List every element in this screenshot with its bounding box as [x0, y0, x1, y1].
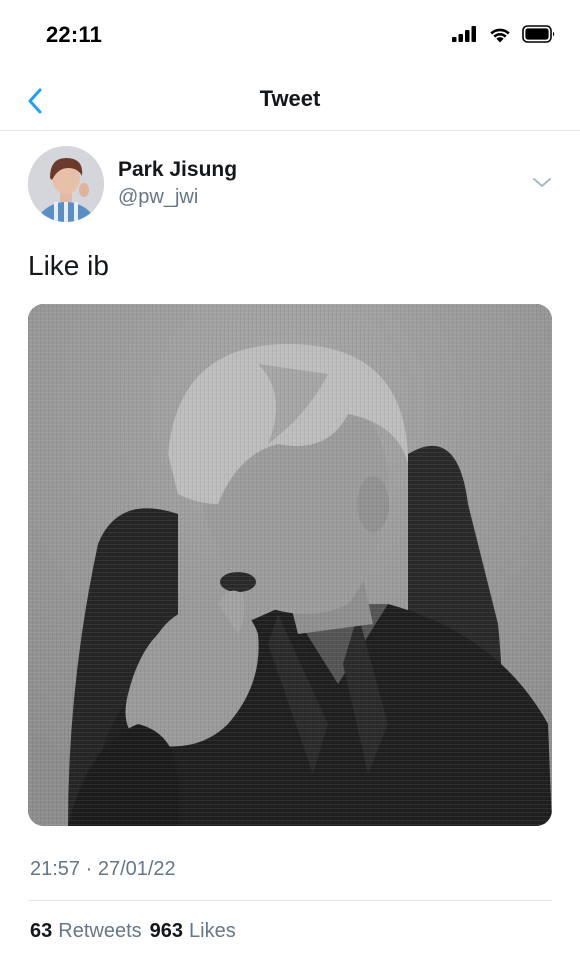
chevron-down-icon[interactable] [530, 174, 554, 190]
tweet-media-image[interactable] [28, 304, 552, 826]
status-icons [452, 22, 556, 46]
photo [28, 304, 552, 826]
status-bar: 22:11 [0, 0, 580, 72]
tweet-timestamp: 21:57 · 27/01/22 [30, 858, 176, 880]
tweet-stats: 63 Retweets 963 Likes [30, 920, 236, 943]
signal-icon [452, 26, 476, 42]
nav-header: Tweet [0, 72, 580, 131]
divider [28, 900, 552, 901]
author-handle[interactable]: @pw_jwi [118, 186, 198, 209]
avatar-image [28, 146, 104, 222]
likes-count: 963 [149, 920, 183, 942]
wifi-icon [490, 28, 510, 43]
likes-stat[interactable]: 963 Likes [150, 920, 236, 943]
tweet-text: Like ib [28, 250, 109, 281]
retweets-count: 63 [30, 920, 53, 942]
author-display-name[interactable]: Park Jisung [118, 158, 237, 182]
tweet-header: Park Jisung @pw_jwi [28, 146, 558, 224]
retweets-stat[interactable]: 63 Retweets [30, 920, 142, 943]
battery-icon [522, 25, 555, 43]
status-time: 22:11 [46, 22, 103, 47]
retweets-label: Retweets [58, 920, 142, 942]
avatar[interactable] [28, 146, 104, 222]
likes-label: Likes [189, 920, 236, 942]
page-title: Tweet [259, 86, 321, 111]
